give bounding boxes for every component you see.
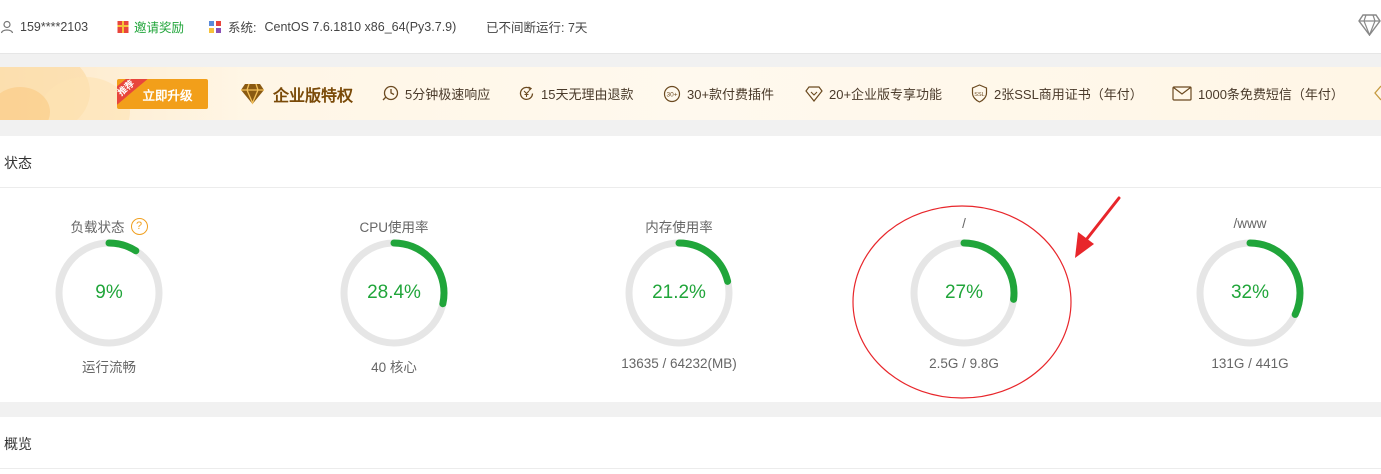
- top-bar: 159****2103 邀请奖励 系统: CentOS 7.6.1810 x86…: [0, 0, 1381, 54]
- gauge-label-text: 负载状态: [70, 220, 125, 235]
- feature-refund: 15天无理由退款: [518, 67, 633, 120]
- feature-label: 5分钟极速响应: [405, 87, 491, 102]
- status-title: 状态: [4, 155, 32, 171]
- upgrade-label: 立即升级: [142, 88, 193, 103]
- chevron-icon: [1374, 85, 1381, 101]
- user-icon: [0, 20, 14, 33]
- invite-reward-link[interactable]: 邀请奖励: [117, 0, 184, 53]
- feature-label: 20+企业版专享功能: [829, 87, 943, 102]
- overview-panel: 概览: [0, 417, 1381, 474]
- gauge-label: /www: [1150, 216, 1350, 231]
- gauge-subtext: 131G / 441G: [1211, 356, 1289, 371]
- help-icon[interactable]: ?: [130, 217, 148, 235]
- gauge-value: 32%: [1230, 282, 1270, 303]
- gauge-subtext: 2.5G / 9.8G: [929, 356, 999, 371]
- feature-label: 1000条免费短信（年付）: [1198, 87, 1344, 102]
- gauge-value: 9%: [95, 282, 123, 303]
- clock-lightning-icon: [382, 85, 399, 101]
- feature-sms: 1000条免费短信（年付）: [1172, 67, 1344, 120]
- gauge-value: 21.2%: [652, 282, 706, 303]
- feature-label: 2张SSL商用证书（年付）: [994, 87, 1143, 102]
- diamond-icon[interactable]: [1358, 14, 1381, 36]
- feature-label: 15天无理由退款: [541, 87, 634, 102]
- gauge-label: CPU使用率: [294, 216, 494, 236]
- gauge-subtext: 运行流畅: [82, 360, 136, 375]
- enterprise-banner: 推荐 立即升级 企业版特权 5分钟极速响应 15天无理由退款 30+ 30+款付…: [0, 67, 1381, 120]
- feature-ssl: SSL 2张SSL商用证书（年付）: [971, 67, 1143, 120]
- upgrade-button[interactable]: 推荐 立即升级: [117, 79, 208, 109]
- feature-enterprise-functions: 20+企业版专享功能: [805, 67, 942, 120]
- crown-diamond-icon: [241, 83, 264, 105]
- user-name: 159****2103: [20, 19, 89, 34]
- svg-text:SSL: SSL: [974, 92, 984, 98]
- gauge-label-text: /www: [1233, 216, 1267, 231]
- enterprise-title: 企业版特权: [240, 67, 353, 120]
- os-icon: [209, 20, 221, 33]
- invite-label: 邀请奖励: [134, 21, 185, 35]
- enterprise-title-text: 企业版特权: [273, 87, 354, 105]
- gauge-label-text: 内存使用率: [645, 220, 713, 235]
- divider: [0, 187, 1381, 188]
- uptime: 已不间断运行: 7天: [486, 21, 588, 35]
- plugin-30-icon: 30+: [663, 85, 681, 102]
- gauge-label: 负载状态 ?: [9, 216, 209, 236]
- gauge-value: 28.4%: [367, 282, 421, 303]
- gauge-disk-www[interactable]: /www 32% 131G / 441G: [1150, 190, 1350, 380]
- gauge-load[interactable]: 负载状态 ? 9% 运行流畅: [9, 190, 209, 380]
- gauge-value: 27%: [944, 282, 984, 303]
- ssl-shield-icon: SSL: [971, 84, 988, 103]
- feature-label: 30+款付费插件: [687, 87, 775, 102]
- gauge-subtext: 40 核心: [371, 360, 417, 375]
- user-account[interactable]: 159****2103: [0, 0, 88, 53]
- overview-title: 概览: [4, 436, 32, 452]
- refund-icon: [519, 86, 534, 100]
- gauge-label-text: CPU使用率: [359, 220, 429, 235]
- gauge-memory[interactable]: 内存使用率 21.2% 13635 / 64232(MB): [579, 190, 779, 380]
- system-label: 系统:: [228, 21, 257, 35]
- gauge-label: 内存使用率: [579, 216, 779, 236]
- gauge-disk-root[interactable]: / 27% 2.5G / 9.8G: [864, 190, 1064, 380]
- feature-fast-response: 5分钟极速响应: [382, 67, 490, 120]
- gauge-subtext: 13635 / 64232(MB): [621, 356, 737, 371]
- gauge-cpu[interactable]: CPU使用率 28.4% 40 核心: [294, 190, 494, 380]
- divider: [0, 468, 1381, 469]
- system-info: 系统: CentOS 7.6.1810 x86_64(Py3.7.9): [208, 0, 456, 53]
- gauge-label: /: [864, 216, 1064, 231]
- diamond-outline-icon: [805, 85, 823, 102]
- gift-icon: [117, 20, 129, 33]
- mail-icon: [1172, 86, 1192, 101]
- system-value: CentOS 7.6.1810 x86_64(Py3.7.9): [264, 19, 457, 34]
- svg-text:30+: 30+: [666, 91, 677, 98]
- feature-plugins: 30+ 30+款付费插件: [663, 67, 774, 120]
- gauge-label-text: /: [962, 216, 966, 231]
